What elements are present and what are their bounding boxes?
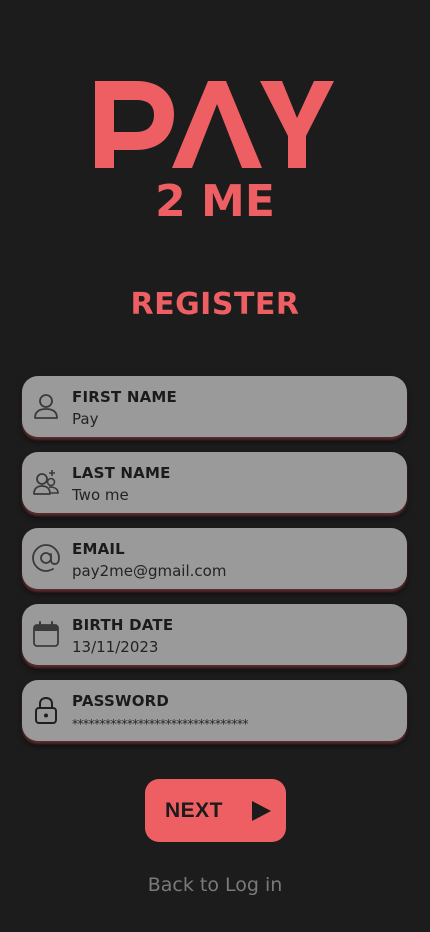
logo-subtext: 2 ME <box>155 176 275 220</box>
page-title: REGISTER <box>130 287 300 322</box>
pay2me-logo: 2 ME <box>95 81 334 220</box>
back-to-login-link[interactable]: Back to Log in <box>0 874 430 896</box>
at-sign-icon <box>32 544 60 572</box>
email-label: EMAIL <box>72 540 125 558</box>
next-button-label: NEXT <box>165 799 224 822</box>
play-icon <box>252 801 271 821</box>
lock-icon <box>35 696 57 724</box>
last-name-field[interactable]: LAST NAME Two me <box>22 452 407 513</box>
email-field[interactable]: EMAIL pay2me@gmail.com <box>22 528 407 589</box>
next-button[interactable]: NEXT <box>145 779 286 842</box>
calendar-icon <box>33 621 59 647</box>
password-label: PASSWORD <box>72 692 170 710</box>
last-name-value[interactable]: Two me <box>72 486 129 504</box>
first-name-value[interactable]: Pay <box>72 410 98 428</box>
last-name-label: LAST NAME <box>72 464 171 482</box>
add-user-icon <box>33 470 59 495</box>
password-value[interactable]: ******************************** <box>72 717 249 731</box>
password-field[interactable]: PASSWORD *******************************… <box>22 680 407 741</box>
user-icon <box>34 394 58 419</box>
birth-date-label: BIRTH DATE <box>72 616 174 634</box>
email-value[interactable]: pay2me@gmail.com <box>72 562 226 580</box>
birth-date-field[interactable]: BIRTH DATE 13/11/2023 <box>22 604 407 665</box>
first-name-field[interactable]: FIRST NAME Pay <box>22 376 407 437</box>
first-name-label: FIRST NAME <box>72 388 177 406</box>
birth-date-value[interactable]: 13/11/2023 <box>72 638 158 656</box>
